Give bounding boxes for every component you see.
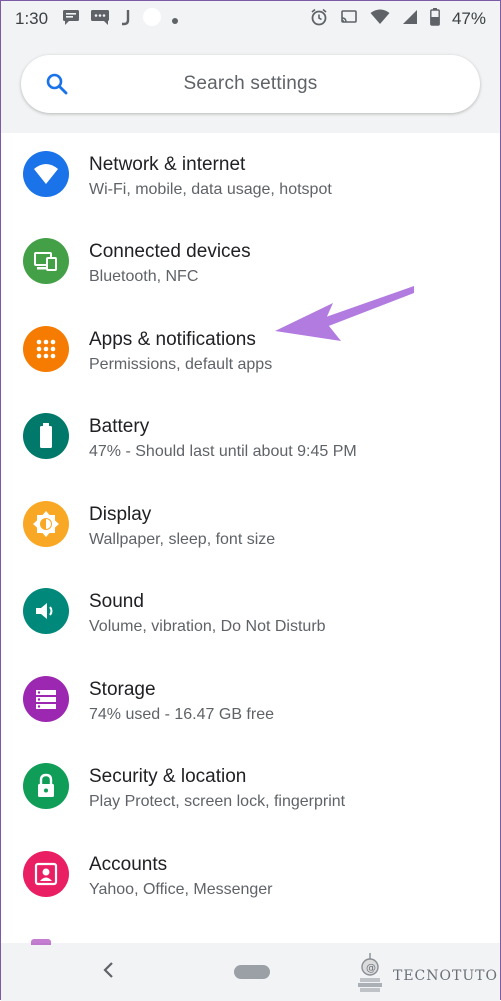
account-icon (23, 851, 69, 897)
watermark: @ TECNOTUTO (355, 951, 498, 1000)
wifi-icon (23, 151, 69, 197)
setting-title: Apps & notifications (89, 329, 256, 350)
message-icon (62, 9, 80, 30)
status-time: 1:30 (15, 9, 49, 28)
setting-title: Security & location (89, 766, 247, 787)
status-bar: 1:30 47% (1, 1, 500, 37)
watermark-text: TECNOTUTO (393, 967, 498, 984)
battery-icon (430, 7, 440, 31)
watermark-logo-icon: @ (355, 951, 385, 1000)
circle-app-icon (142, 7, 162, 32)
setting-title: Accounts (89, 854, 168, 875)
setting-title: Battery (89, 416, 150, 437)
setting-subtitle: 74% used - 16.47 GB free (89, 706, 274, 723)
annotation-arrow (271, 281, 421, 348)
setting-apps-notifications[interactable]: Apps & notifications Permissions, defaul… (1, 308, 500, 395)
battery-icon (23, 413, 69, 459)
setting-security-location[interactable]: Security & location Play Protect, screen… (1, 745, 500, 832)
search-header: Search settings (1, 37, 500, 133)
battery-percent: 47% (451, 9, 486, 28)
setting-subtitle: Yahoo, Office, Messenger (89, 881, 273, 898)
setting-network-internet[interactable]: Network & internet Wi-Fi, mobile, data u… (1, 133, 500, 220)
volume-icon (23, 588, 69, 634)
setting-title: Network & internet (89, 154, 246, 175)
apps-grid-icon (23, 326, 69, 372)
setting-subtitle: Wi-Fi, mobile, data usage, hotspot (89, 181, 332, 198)
wifi-icon (370, 9, 390, 30)
lock-icon (23, 763, 69, 809)
setting-sound[interactable]: Sound Volume, vibration, Do Not Disturb (1, 570, 500, 657)
setting-accounts[interactable]: Accounts Yahoo, Office, Messenger (1, 833, 500, 920)
brightness-icon (23, 501, 69, 547)
setting-battery[interactable]: Battery 47% - Should last until about 9:… (1, 395, 500, 482)
signal-icon (402, 9, 418, 30)
storage-icon (23, 676, 69, 722)
navigation-bar: @ TECNOTUTO (1, 939, 500, 1001)
cast-icon (340, 9, 358, 30)
svg-text:@: @ (366, 963, 376, 974)
setting-subtitle: Bluetooth, NFC (89, 268, 199, 285)
partial-list-item-icon (31, 939, 51, 945)
setting-title: Sound (89, 591, 144, 612)
dot-icon (172, 9, 179, 29)
setting-subtitle: Permissions, default apps (89, 356, 273, 373)
search-bar[interactable]: Search settings (21, 55, 480, 113)
back-icon[interactable] (101, 961, 117, 984)
chat-icon (90, 9, 110, 30)
search-icon (45, 72, 69, 101)
setting-storage[interactable]: Storage 74% used - 16.47 GB free (1, 658, 500, 745)
setting-title: Display (89, 504, 152, 525)
setting-connected-devices[interactable]: Connected devices Bluetooth, NFC (1, 220, 500, 307)
setting-title: Storage (89, 679, 156, 700)
devices-icon (23, 238, 69, 284)
alarm-icon (310, 8, 328, 31)
search-placeholder: Search settings (183, 73, 318, 94)
home-pill-icon[interactable] (234, 965, 270, 979)
setting-subtitle: Volume, vibration, Do Not Disturb (89, 618, 326, 635)
j-app-icon (120, 8, 132, 31)
setting-title: Connected devices (89, 241, 251, 262)
setting-display[interactable]: Display Wallpaper, sleep, font size (1, 483, 500, 570)
setting-subtitle: Wallpaper, sleep, font size (89, 531, 276, 548)
setting-subtitle: 47% - Should last until about 9:45 PM (89, 443, 357, 460)
setting-subtitle: Play Protect, screen lock, fingerprint (89, 793, 346, 810)
